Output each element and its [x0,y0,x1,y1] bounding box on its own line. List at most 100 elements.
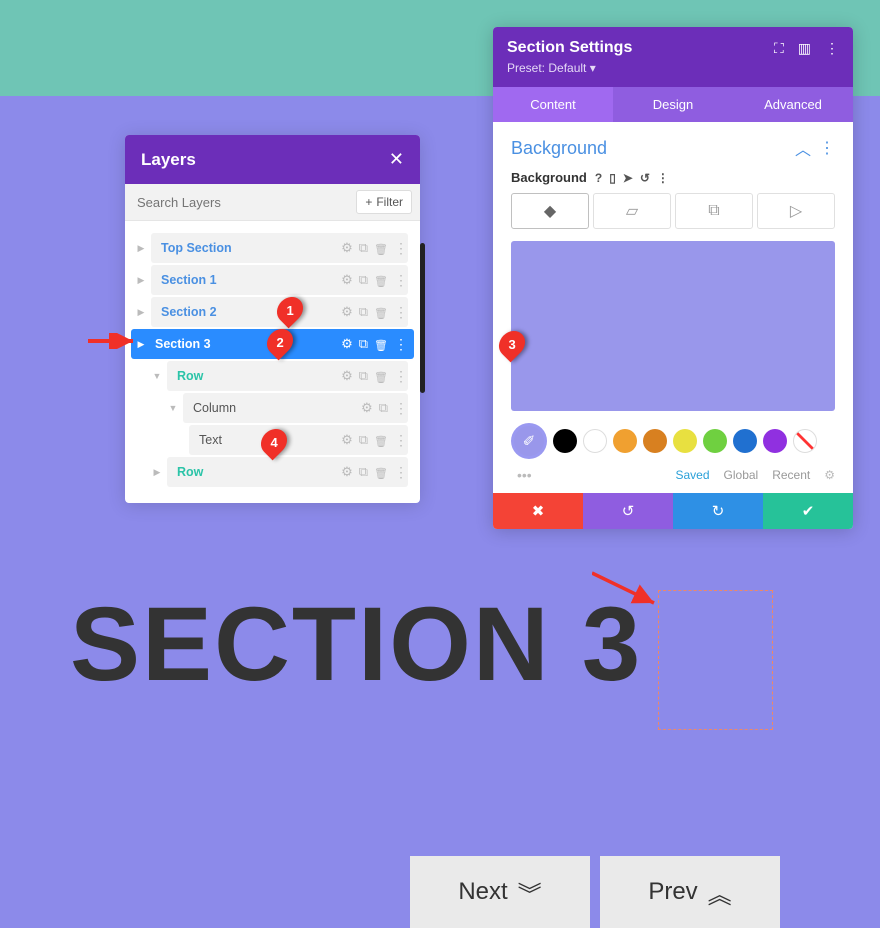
bg-type-video[interactable]: ▷ [757,193,835,229]
swatch-orange[interactable] [613,429,637,453]
layer-item-column[interactable]: ▼ Column [131,393,414,423]
duplicate-icon[interactable] [359,464,368,480]
dots-icon[interactable] [394,368,408,385]
layers-body: ▶ Top Section ▶ Section 1 ▶ Section 2 ▶ … [125,221,420,503]
duplicate-icon[interactable] [359,304,368,320]
palette-saved[interactable]: Saved [675,468,709,482]
dots-icon[interactable] [394,400,408,417]
dots-icon[interactable]: ⋮ [825,40,839,57]
selection-box [658,590,773,730]
help-icon[interactable]: ? [595,171,602,185]
swatch-purple[interactable] [763,429,787,453]
layer-item-section-2[interactable]: ▶ Section 2 [131,297,414,327]
layer-label: Row [173,465,341,479]
filter-button[interactable]: + Filter [356,190,412,214]
tab-advanced[interactable]: Advanced [733,87,853,122]
search-input[interactable] [125,185,348,220]
prev-button[interactable]: Prev ︽ [600,856,780,928]
dots-icon[interactable] [394,304,408,321]
duplicate-icon[interactable] [359,432,368,448]
arrow-icon [592,568,667,613]
dots-icon[interactable] [394,432,408,449]
trash-icon[interactable] [374,305,388,320]
bg-type-image[interactable]: ⧉ [675,193,753,229]
eyedropper-icon[interactable]: ✐ [511,423,547,459]
bg-type-color[interactable]: ◆ [511,193,589,229]
grid-icon[interactable]: ▥ [798,40,811,57]
chevron-right-icon[interactable]: ▶ [133,307,149,318]
duplicate-icon[interactable] [359,336,368,352]
palette-global[interactable]: Global [724,468,759,482]
gear-icon[interactable] [361,400,373,416]
dots-icon[interactable] [394,240,408,257]
tab-content[interactable]: Content [493,87,613,122]
background-label: Background [511,170,587,185]
trash-icon[interactable] [374,433,388,448]
swatch-yellow[interactable] [673,429,697,453]
swatch-black[interactable] [553,429,577,453]
chevron-down-icon[interactable]: ▼ [165,403,181,413]
dots-icon[interactable]: ⋮ [657,171,669,185]
cancel-button[interactable]: ✖ [493,493,583,529]
next-button[interactable]: Next ︾ [410,856,590,928]
trash-icon[interactable] [374,465,388,480]
gear-icon[interactable] [341,464,353,480]
trash-icon[interactable] [374,273,388,288]
duplicate-icon[interactable] [359,272,368,288]
dots-icon[interactable] [394,336,408,353]
gear-icon[interactable] [341,304,353,320]
chevron-right-icon[interactable]: ▶ [133,243,149,254]
duplicate-icon[interactable] [359,240,368,256]
chevron-right-icon[interactable]: ▶ [133,275,149,286]
layer-item-top-section[interactable]: ▶ Top Section [131,233,414,263]
layers-search-row: + Filter [125,184,420,221]
layer-label: Section 1 [157,273,341,287]
layer-item-section-1[interactable]: ▶ Section 1 [131,265,414,295]
preset-label[interactable]: Preset: Default ▾ [507,61,839,75]
layer-item-row[interactable]: ▼ Row [131,361,414,391]
swatch-white[interactable] [583,429,607,453]
gear-icon[interactable]: ⚙ [824,468,835,482]
prev-label: Prev [648,878,697,906]
settings-footer: ✖ ↺ ↻ ✔ [493,493,853,529]
trash-icon[interactable] [374,241,388,256]
gear-icon[interactable] [341,368,353,384]
bg-type-gradient[interactable]: ▱ [593,193,671,229]
swatch-green[interactable] [703,429,727,453]
background-heading[interactable]: Background [511,138,607,159]
redo-button[interactable]: ↻ [673,493,763,529]
settings-body: Background ︿ ⋮ Background ? ▯ ➤ ↺ ⋮ ◆ ▱ … [493,122,853,493]
undo-button[interactable]: ↺ [583,493,673,529]
gear-icon[interactable] [341,240,353,256]
trash-icon[interactable] [374,337,388,352]
dots-icon[interactable]: ⋮ [819,138,835,158]
gear-icon[interactable] [341,272,353,288]
dots-icon[interactable] [394,272,408,289]
layers-title: Layers [141,150,196,170]
duplicate-icon[interactable] [379,400,388,416]
chevron-right-icon[interactable]: ▶ [149,467,165,478]
tab-design[interactable]: Design [613,87,733,122]
gear-icon[interactable] [341,336,353,352]
confirm-button[interactable]: ✔ [763,493,853,529]
reset-icon[interactable]: ↺ [640,171,650,185]
dots-icon[interactable] [394,464,408,481]
swatch-none[interactable] [793,429,817,453]
close-icon[interactable]: ✕ [389,149,404,170]
swatch-amber[interactable] [643,429,667,453]
duplicate-icon[interactable] [359,368,368,384]
gear-icon[interactable] [341,432,353,448]
cursor-icon[interactable]: ➤ [623,171,633,185]
background-preview[interactable] [511,241,835,411]
phone-icon[interactable]: ▯ [609,171,616,185]
chevron-down-icon[interactable]: ▼ [149,371,165,381]
settings-panel: Section Settings ⛶ ▥ ⋮ Preset: Default ▾… [493,27,853,529]
more-icon[interactable]: ••• [511,467,532,483]
chevron-up-icon[interactable]: ︿ [795,136,811,160]
swatch-blue[interactable] [733,429,757,453]
palette-recent[interactable]: Recent [772,468,810,482]
expand-icon[interactable]: ⛶ [774,40,784,57]
trash-icon[interactable] [374,369,388,384]
scrollbar[interactable] [420,243,425,393]
layer-item-row-2[interactable]: ▶ Row [131,457,414,487]
